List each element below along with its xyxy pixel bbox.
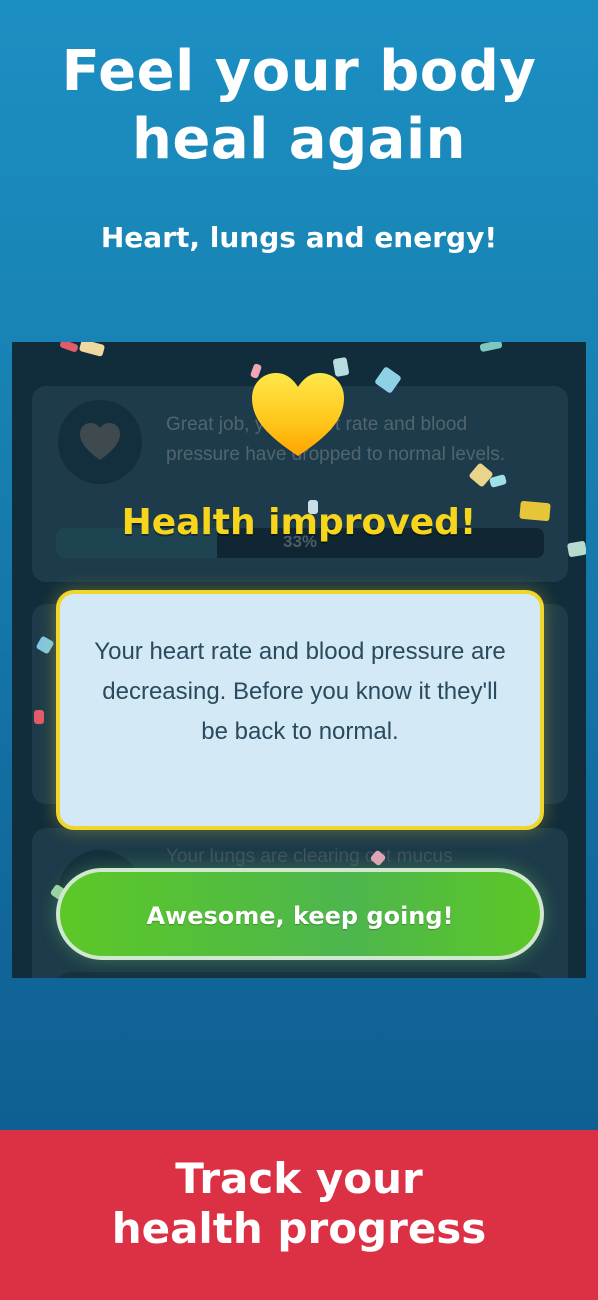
footer-banner: Track your health progress [0, 1130, 598, 1300]
subheadline: Heart, lungs and energy! [100, 221, 498, 254]
heart-badge [58, 400, 142, 484]
keep-going-button[interactable]: Awesome, keep going! [56, 868, 544, 960]
yellow-heart-icon [252, 373, 344, 456]
app-screenshot: Great job, your heart rate and blood pre… [12, 342, 586, 978]
keep-going-button-label: Awesome, keep going! [146, 902, 454, 930]
footer-text: Track your health progress [0, 1154, 598, 1254]
footer-line-2: health progress [111, 1204, 487, 1253]
health-message-dialog: Your heart rate and blood pressure are d… [56, 590, 544, 830]
health-improved-title: Health improved! [121, 502, 477, 543]
confetti-piece [78, 342, 106, 357]
headline-line-2: heal again [131, 107, 467, 172]
confetti-piece [566, 540, 586, 558]
health-card-4 [56, 972, 544, 978]
health-card-3-message: Your lungs are clearing out mucus [166, 846, 453, 867]
heart-icon [80, 423, 120, 460]
footer-line-1: Track your [175, 1154, 423, 1203]
dialog-message: Your heart rate and blood pressure are d… [94, 638, 506, 745]
confetti-piece [34, 710, 44, 724]
health-card-message: Great job, your heart rate and blood pre… [166, 414, 506, 465]
headline: Feel your body heal again [0, 38, 598, 174]
headline-line-1: Feel your body [61, 39, 537, 104]
confetti-piece [59, 342, 79, 353]
confetti-piece [479, 342, 503, 353]
